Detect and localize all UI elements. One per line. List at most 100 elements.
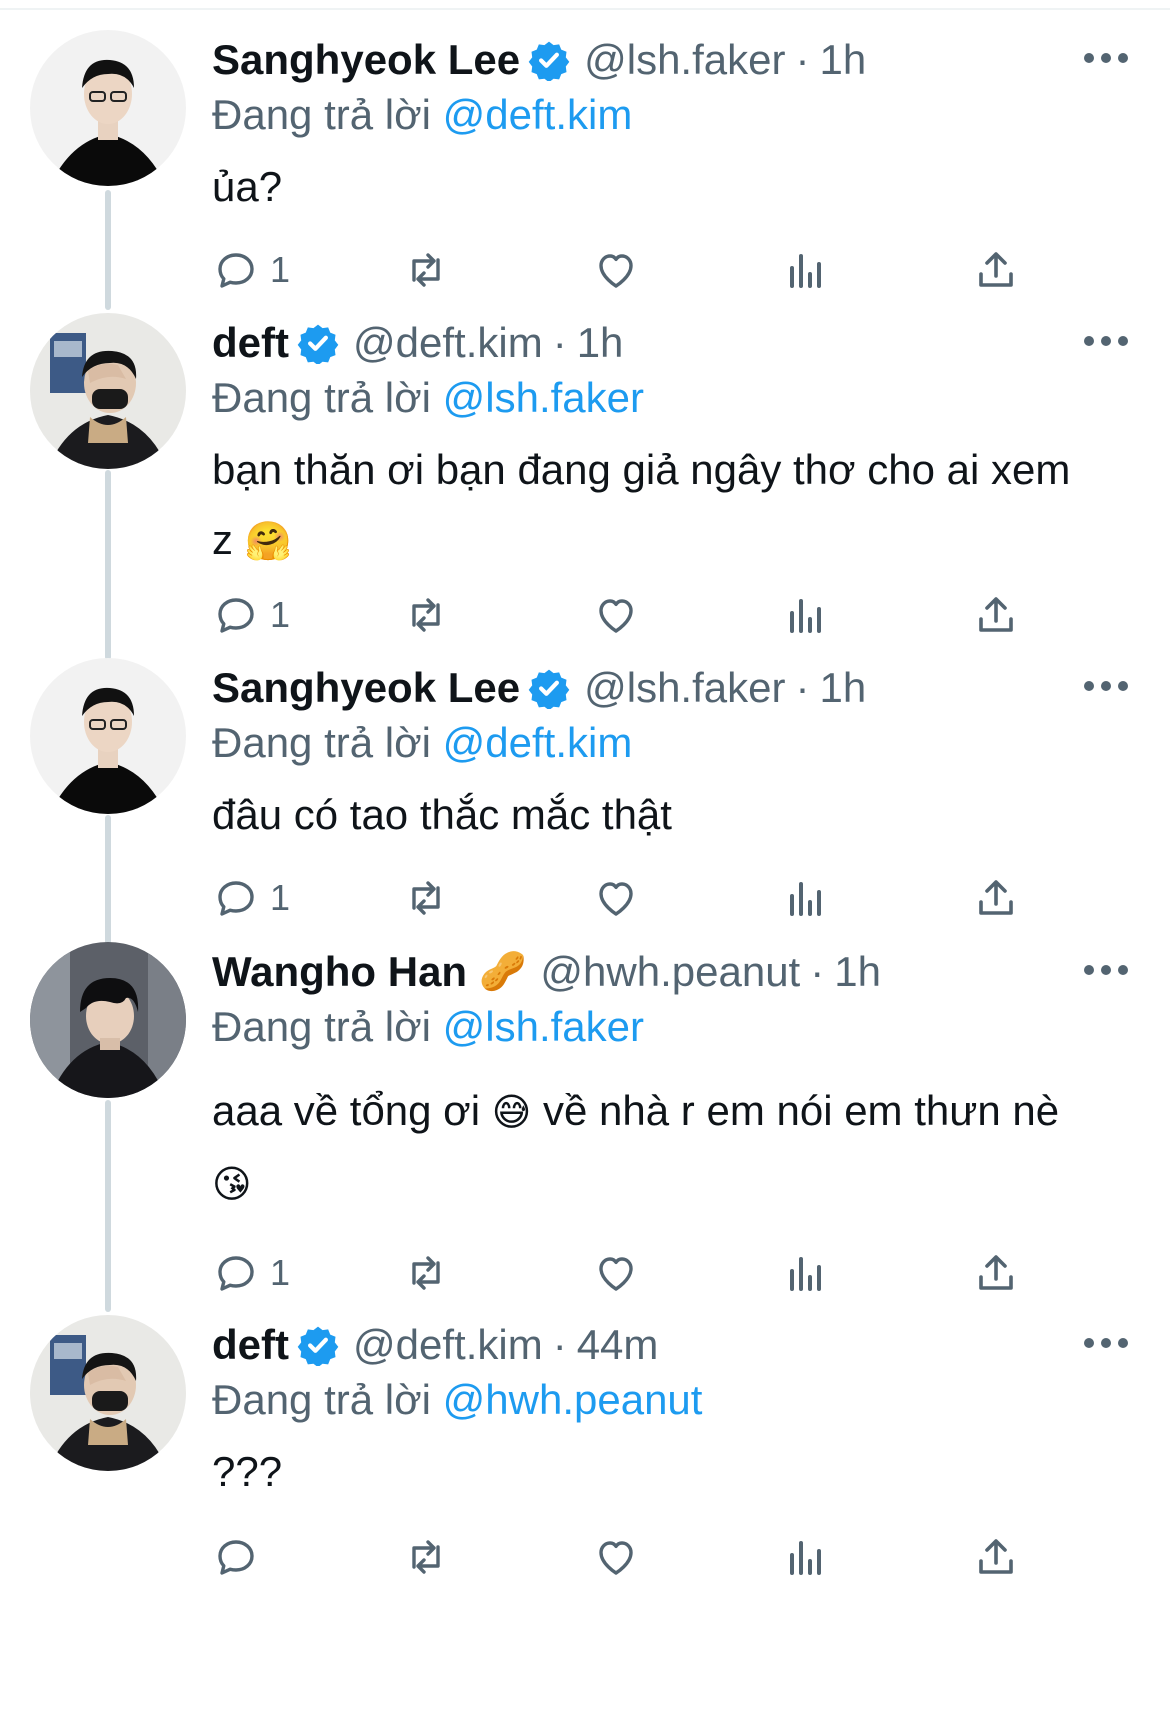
timestamp[interactable]: 44m [577,1315,659,1375]
views-chart-icon [790,1541,821,1575]
more-options-icon[interactable] [1084,680,1128,692]
avatar-faker[interactable] [30,658,186,814]
mention-link[interactable]: @deft.kim [443,719,633,766]
person-avatar-icon [30,30,186,186]
avatar-deft[interactable] [30,313,186,469]
retweet-button[interactable] [402,1243,450,1303]
like-button[interactable] [592,1243,640,1303]
verified-badge-icon [297,1326,339,1366]
more-options-icon[interactable] [1084,52,1128,64]
verified-badge-icon [297,324,339,364]
replying-to-label: Đang trả lời [212,1003,431,1050]
avatar-deft[interactable] [30,1315,186,1471]
share-button[interactable] [972,1243,1020,1303]
author-name[interactable]: Sanghyeok Lee [212,658,520,718]
views-chart-icon [790,882,821,916]
share-icon [979,1539,1013,1574]
timestamp[interactable]: 1h [834,942,881,1002]
reply-button[interactable] [212,1527,270,1587]
retweet-button[interactable] [402,240,450,300]
tweet-text: ủa? [212,152,1130,222]
views-button[interactable] [782,868,830,928]
retweet-icon [412,253,440,287]
tweet-text: ??? [212,1437,1130,1507]
like-button[interactable] [592,1527,640,1587]
reply-count: 1 [270,877,291,918]
timestamp[interactable]: 1h [819,30,866,90]
author-name[interactable]: Sanghyeok Lee [212,30,520,90]
tweet-text-line: ủa? [212,163,283,210]
reply-thread: Sanghyeok Lee @lsh.faker · 1h Đang trả l… [0,0,1170,1730]
author-handle[interactable]: @lsh.faker [584,658,785,718]
heart-icon [599,882,633,916]
like-button[interactable] [592,585,640,645]
timestamp[interactable]: 1h [819,658,866,718]
reply-button[interactable]: 1 [212,1243,290,1303]
author-handle[interactable]: @lsh.faker [584,30,785,90]
retweet-button[interactable] [402,1527,450,1587]
avatar-peanut[interactable] [30,942,186,1098]
views-button[interactable] [782,1527,830,1587]
mention-link[interactable]: @hwh.peanut [443,1376,703,1423]
share-button[interactable] [972,585,1020,645]
share-button[interactable] [972,1527,1020,1587]
tweet-text: aaa về tổng ơi 😅 về nhà r em nói em thưn… [212,1076,1130,1220]
separator-dot: · [552,1321,567,1368]
retweet-button[interactable] [402,868,450,928]
replying-to-label: Đang trả lời [212,719,431,766]
tweet-text-line: ??? [212,1448,283,1495]
share-button[interactable] [972,868,1020,928]
heart-icon [599,254,633,288]
reply-button[interactable]: 1 [212,240,290,300]
author-handle[interactable]: @deft.kim [353,313,543,373]
replying-to-label: Đang trả lời [212,1376,431,1423]
mention-link[interactable]: @deft.kim [443,91,633,138]
replying-to: Đang trả lời @lsh.faker [212,1002,1130,1052]
more-options-icon[interactable] [1084,1337,1128,1349]
author-name[interactable]: deft [212,313,289,373]
separator-dot: · [552,319,567,366]
reply-icon [218,598,254,633]
tweet-text-line: aaa về tổng ơi 😅 về nhà r em nói em thưn… [212,1076,1130,1148]
replying-to-label: Đang trả lời [212,91,431,138]
replying-to-label: Đang trả lời [212,374,431,421]
heart-icon [599,599,633,633]
like-button[interactable] [592,240,640,300]
retweet-icon [412,1256,440,1290]
more-options-icon[interactable] [1084,335,1128,347]
kissing-face-emoji: 😘 [212,1164,252,1206]
views-button[interactable] [782,585,830,645]
more-options-icon[interactable] [1084,964,1128,976]
reply-button[interactable]: 1 [212,585,290,645]
views-button[interactable] [782,1243,830,1303]
tweet-actions: 1 [212,1243,1042,1303]
author-name[interactable]: Wangho Han [212,942,467,1002]
reply-button[interactable]: 1 [212,868,290,928]
retweet-icon [412,1540,440,1574]
mention-link[interactable]: @lsh.faker [443,1003,644,1050]
person-avatar-icon [30,942,186,1098]
views-chart-icon [790,254,821,288]
heart-icon [599,1541,633,1575]
timestamp[interactable]: 1h [577,313,624,373]
retweet-icon [412,881,440,915]
author-handle[interactable]: @hwh.peanut [540,942,800,1002]
tweet-text-fragment: aaa về tổng ơi [212,1087,481,1134]
replying-to: Đang trả lời @hwh.peanut [212,1375,1130,1425]
tweet-actions: 1 [212,240,1042,300]
views-chart-icon [790,1257,821,1291]
share-button[interactable] [972,240,1020,300]
retweet-button[interactable] [402,585,450,645]
tweet-text: đâu có tao thắc mắc thật [212,780,1130,850]
views-button[interactable] [782,240,830,300]
mention-link[interactable]: @lsh.faker [443,374,644,421]
author-name[interactable]: deft [212,1315,289,1375]
author-handle[interactable]: @deft.kim [353,1315,543,1375]
verified-badge-icon [528,669,570,709]
reply-count: 1 [270,249,291,290]
like-button[interactable] [592,868,640,928]
avatar-faker[interactable] [30,30,186,186]
person-avatar-icon [30,658,186,814]
verified-badge-icon [528,41,570,81]
share-icon [979,597,1013,632]
